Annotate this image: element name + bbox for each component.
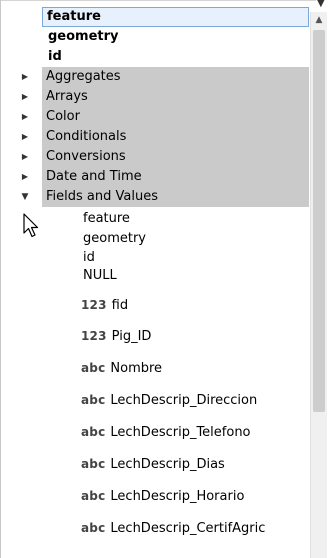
tree-child-label: feature bbox=[83, 211, 130, 226]
tree-group-aggregates[interactable]: ▶ Aggregates bbox=[1, 67, 309, 87]
triangle-right-icon[interactable]: ▶ bbox=[20, 127, 30, 147]
field-item-lechdescrip-dias[interactable]: abc LechDescrip_Dias bbox=[81, 452, 225, 476]
field-name: LechDescrip_Dias bbox=[110, 457, 225, 472]
tree-child-geometry[interactable]: geometry bbox=[83, 229, 308, 249]
triangle-right-icon[interactable]: ▶ bbox=[20, 67, 30, 87]
field-item-lechdescrip-direccion[interactable]: abc LechDescrip_Direccion bbox=[81, 388, 257, 412]
field-item-pig-id[interactable]: 123 Pig_ID bbox=[81, 324, 151, 348]
tree-child-label: geometry bbox=[83, 231, 147, 246]
tree-child-feature[interactable]: feature bbox=[83, 209, 308, 229]
text-type-icon: abc bbox=[81, 361, 106, 375]
corner-arrow-icon: ▼ bbox=[317, 0, 325, 9]
tree-item-feature[interactable]: feature bbox=[42, 7, 309, 27]
field-item-nombre[interactable]: abc Nombre bbox=[81, 356, 162, 380]
tree-child-label: id bbox=[83, 250, 95, 265]
scroll-up-arrow-icon[interactable]: ▲ bbox=[311, 12, 327, 28]
tree-group-date-and-time[interactable]: ▶ Date and Time bbox=[1, 167, 309, 187]
tree-child-null[interactable]: NULL bbox=[83, 266, 308, 286]
tree-group-fields-and-values[interactable]: ▼ Fields and Values bbox=[1, 187, 309, 207]
field-name: LechDescrip_Telefono bbox=[110, 425, 251, 440]
triangle-right-icon[interactable]: ▶ bbox=[20, 107, 30, 127]
field-item-lechdescrip-certifagric[interactable]: abc LechDescrip_CertifAgric bbox=[81, 516, 265, 540]
tree-group-color[interactable]: ▶ Color bbox=[1, 107, 309, 127]
tree-group-label: Aggregates bbox=[46, 69, 121, 84]
vertical-scrollbar[interactable]: ▲ bbox=[310, 12, 327, 558]
text-type-icon: abc bbox=[81, 489, 106, 503]
tree-group-label: Fields and Values bbox=[46, 189, 158, 204]
tree-group-label: Arrays bbox=[46, 89, 88, 104]
numeric-type-icon: 123 bbox=[81, 298, 107, 312]
field-name: LechDescrip_Horario bbox=[110, 489, 245, 504]
text-type-icon: abc bbox=[81, 425, 106, 439]
triangle-right-icon[interactable]: ▶ bbox=[20, 147, 30, 167]
field-item-fid[interactable]: 123 fid bbox=[81, 293, 128, 317]
tree-group-label: Color bbox=[46, 109, 80, 124]
tree-child-label: NULL bbox=[83, 268, 117, 283]
scroll-thumb[interactable] bbox=[313, 30, 325, 412]
field-name: fid bbox=[111, 298, 129, 313]
field-name: Pig_ID bbox=[111, 329, 152, 344]
mouse-pointer-icon bbox=[23, 213, 39, 238]
tree-item-id[interactable]: id bbox=[42, 47, 309, 67]
tree-group-label: Conditionals bbox=[46, 129, 127, 144]
tree-item-geometry[interactable]: geometry bbox=[42, 27, 309, 47]
expression-function-tree[interactable]: ▼ feature geometry id ▶ Aggregates ▶ Arr… bbox=[0, 0, 328, 558]
triangle-right-icon[interactable]: ▶ bbox=[20, 87, 30, 107]
triangle-right-icon[interactable]: ▶ bbox=[20, 167, 30, 187]
field-name: Nombre bbox=[110, 361, 163, 376]
triangle-down-icon[interactable]: ▼ bbox=[20, 187, 30, 207]
tree-group-conversions[interactable]: ▶ Conversions bbox=[1, 147, 309, 167]
group-highlight bbox=[42, 107, 309, 127]
tree-group-label: Conversions bbox=[46, 149, 126, 164]
tree-group-arrays[interactable]: ▶ Arrays bbox=[1, 87, 309, 107]
field-name: LechDescrip_Direccion bbox=[110, 393, 258, 408]
field-name: LechDescrip_CertifAgric bbox=[110, 521, 266, 536]
tree-group-label: Date and Time bbox=[46, 169, 142, 184]
top-border bbox=[1, 0, 316, 1]
tree-group-conditionals[interactable]: ▶ Conditionals bbox=[1, 127, 309, 147]
tree-item-label: id bbox=[48, 49, 62, 64]
field-item-lechdescrip-horario[interactable]: abc LechDescrip_Horario bbox=[81, 484, 244, 508]
text-type-icon: abc bbox=[81, 457, 106, 471]
field-item-lechdescrip-telefono[interactable]: abc LechDescrip_Telefono bbox=[81, 420, 251, 444]
tree-item-label: feature bbox=[47, 9, 101, 24]
text-type-icon: abc bbox=[81, 393, 106, 407]
text-type-icon: abc bbox=[81, 521, 106, 535]
tree-child-id[interactable]: id bbox=[83, 248, 308, 268]
numeric-type-icon: 123 bbox=[81, 329, 107, 343]
tree-item-label: geometry bbox=[48, 29, 119, 44]
